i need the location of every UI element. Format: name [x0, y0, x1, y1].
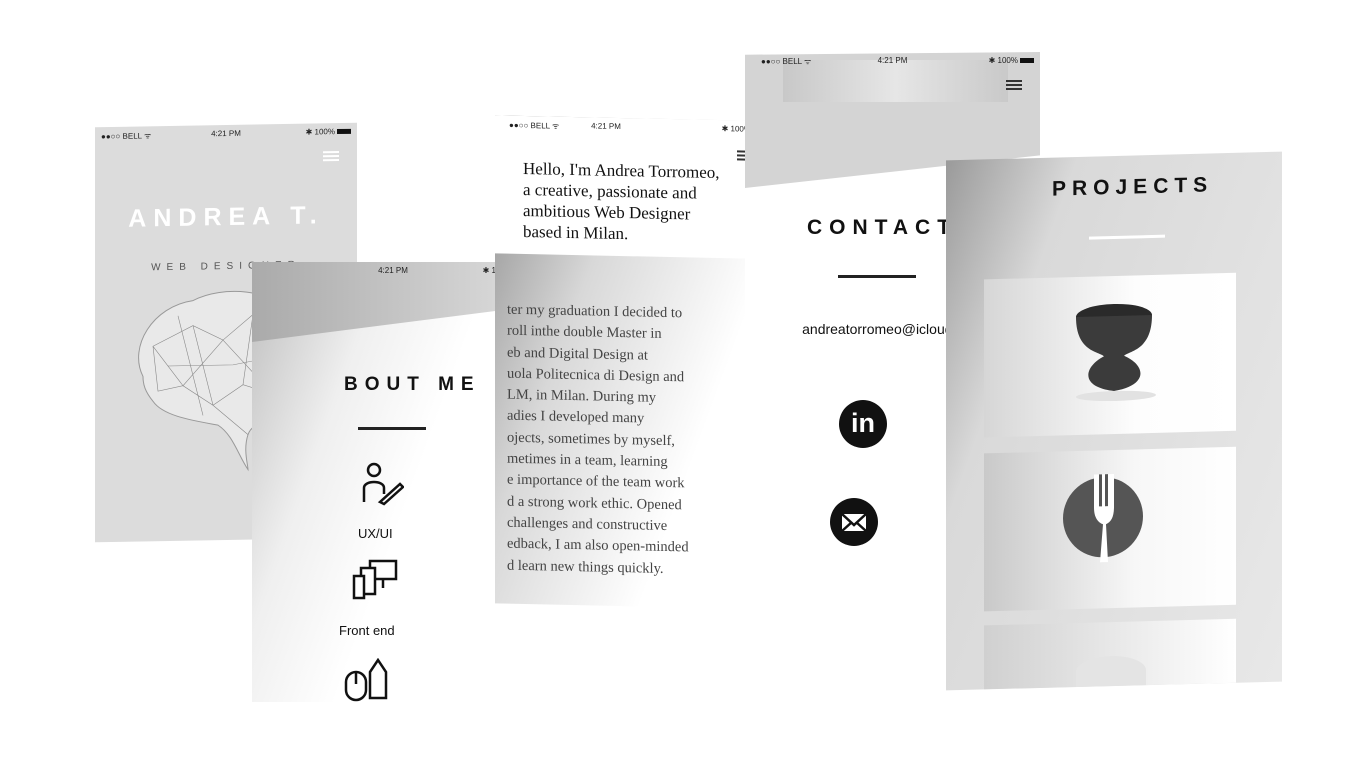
- mail-icon[interactable]: [830, 498, 878, 546]
- project-card[interactable]: [984, 272, 1236, 438]
- chair-image: [1076, 303, 1156, 402]
- battery-label: ✱ 100%: [989, 56, 1034, 65]
- menu-icon[interactable]: [1006, 80, 1022, 91]
- screen-bio: ●●○○ BELL ᯤ 4:21 PM ✱ 100% Hello, I'm An…: [495, 115, 747, 609]
- battery-label: ✱ 100%: [306, 127, 351, 137]
- screen-projects: PROJECTS: [946, 151, 1282, 691]
- status-bar: ●●○○ BELL ᯤ 4:21 PM ✱ 100%: [95, 123, 357, 146]
- screen-about: 4:21 PM ✱ 100% BOUT ME UX/UI Front end: [252, 262, 534, 702]
- status-bar: 4:21 PM ✱ 100%: [252, 262, 534, 280]
- bio-line: d learn new things quickly.: [507, 557, 664, 577]
- bio-body: ter my graduation I decided to roll inth…: [507, 300, 747, 582]
- hero-name: ANDREA T.: [128, 201, 324, 233]
- contacts-divider: [838, 275, 916, 278]
- bio-intro: Hello, I'm Andrea Torromeo, a creative, …: [523, 158, 720, 244]
- devices-icon: [352, 559, 398, 600]
- project-card[interactable]: [984, 618, 1236, 690]
- project-card[interactable]: [984, 446, 1236, 612]
- battery-icon: [1020, 58, 1034, 64]
- about-divider: [358, 427, 426, 430]
- battery-icon: [337, 129, 351, 135]
- mouse-pen-icon: [344, 658, 388, 702]
- skill-label-uxui: UX/UI: [358, 526, 393, 541]
- person-pen-icon: [362, 462, 404, 506]
- fork-logo-image: [1063, 474, 1143, 563]
- skill-label-frontend: Front end: [339, 623, 395, 638]
- projects-divider: [1089, 234, 1165, 240]
- about-title: BOUT ME: [344, 374, 481, 395]
- status-bar: ●●○○ BELL ᯤ 4:21 PM ✱ 100%: [745, 52, 1040, 70]
- linkedin-icon[interactable]: in: [839, 400, 887, 448]
- battery-label: ✱ 100%: [721, 124, 747, 134]
- projects-title: PROJECTS: [1052, 173, 1214, 201]
- menu-icon[interactable]: [323, 151, 339, 162]
- time-label: 4:21 PM: [591, 121, 621, 131]
